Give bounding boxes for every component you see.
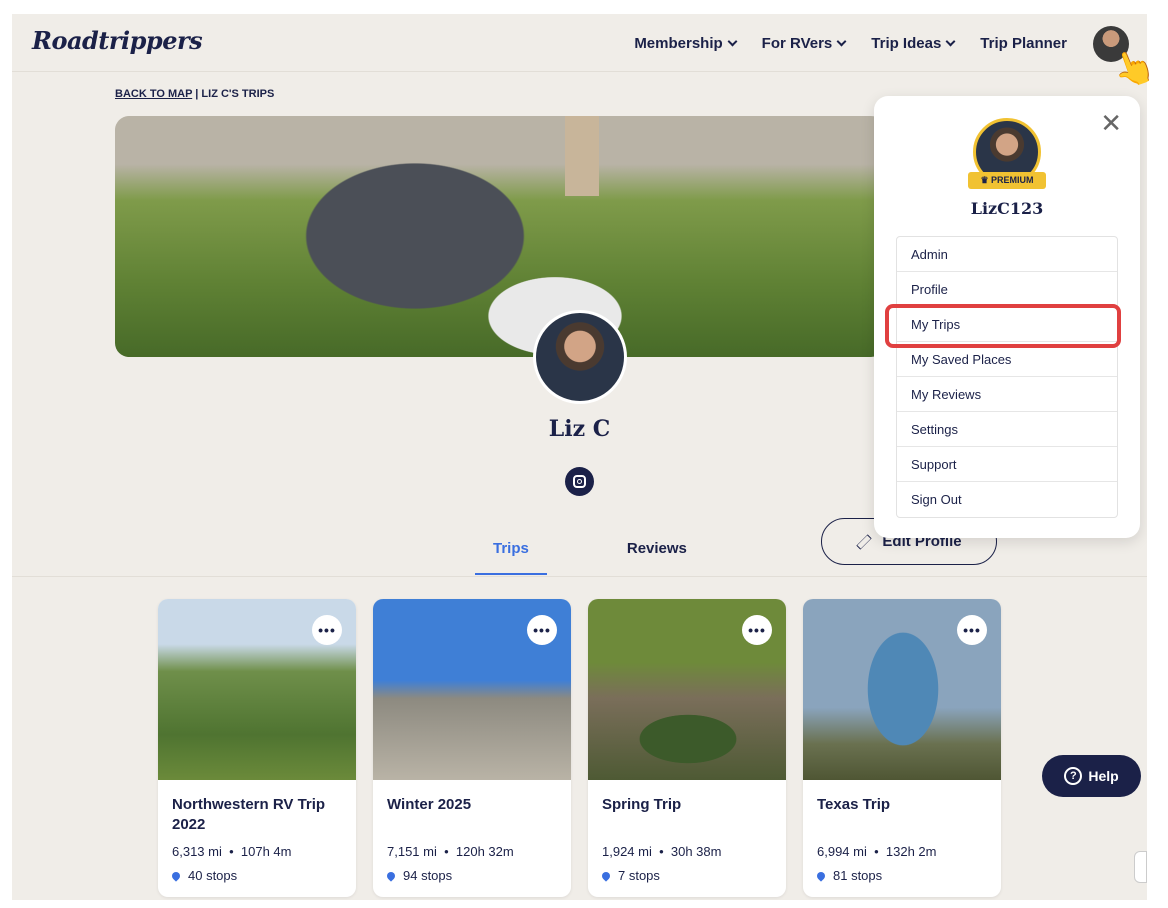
main-nav: Membership For RVers Trip Ideas Trip Pla… xyxy=(634,35,1067,52)
premium-badge-label: PREMIUM xyxy=(991,175,1034,185)
app-frame: Roadtrippers Membership For RVers Trip I… xyxy=(12,14,1147,900)
premium-badge: ♛ PREMIUM xyxy=(968,172,1046,189)
chevron-down-icon xyxy=(945,36,956,47)
trip-duration: 132h 2m xyxy=(885,844,937,859)
menu-list: Admin Profile My Trips My Saved Places M… xyxy=(896,236,1118,518)
trip-stats: 6,313 mi • 107h 4m xyxy=(172,844,292,859)
logo[interactable]: Roadtrippers xyxy=(32,26,203,55)
trip-distance: 7,151 mi xyxy=(387,844,437,859)
chevron-down-icon xyxy=(727,36,738,47)
trip-stops-row: 7 stops xyxy=(588,859,786,883)
trip-distance: 6,313 mi xyxy=(172,844,222,859)
tab-reviews[interactable]: Reviews xyxy=(609,536,705,575)
trip-distance: 6,994 mi xyxy=(817,844,867,859)
tab-trips[interactable]: Trips xyxy=(475,536,547,575)
help-label: Help xyxy=(1088,768,1119,784)
trip-distance: 1,924 mi xyxy=(602,844,652,859)
menu-item-sign-out[interactable]: Sign Out xyxy=(897,482,1117,517)
trip-stops-row: 40 stops xyxy=(158,859,356,883)
more-icon[interactable]: ••• xyxy=(957,615,987,645)
nav-trip-ideas[interactable]: Trip Ideas xyxy=(871,35,956,52)
crown-icon: ♛ xyxy=(980,175,989,185)
trip-duration: 120h 32m xyxy=(455,844,514,859)
nav-label: Membership xyxy=(634,35,723,52)
profile-tabs: Trips Reviews xyxy=(475,536,705,575)
trip-stops-row: 94 stops xyxy=(373,859,571,883)
more-icon[interactable]: ••• xyxy=(312,615,342,645)
trip-stats: 6,994 mi • 132h 2m xyxy=(817,844,937,859)
scrollbar-thumb[interactable] xyxy=(1134,851,1147,883)
trip-title: Winter 2025 xyxy=(387,796,472,813)
header: Roadtrippers Membership For RVers Trip I… xyxy=(12,14,1147,72)
trip-duration: 107h 4m xyxy=(240,844,292,859)
chevron-down-icon xyxy=(836,36,847,47)
map-pin-icon xyxy=(600,869,612,882)
map-pin-icon xyxy=(815,869,827,882)
help-button[interactable]: ? Help xyxy=(1042,755,1141,797)
breadcrumb-current: LIZ C'S TRIPS xyxy=(201,88,275,100)
profile-avatar xyxy=(533,310,627,404)
trip-image: ••• xyxy=(373,599,571,780)
more-icon[interactable]: ••• xyxy=(742,615,772,645)
cover-photo-detail xyxy=(565,116,599,196)
trip-stops-row: 81 stops xyxy=(803,859,1001,883)
trip-stops: 40 stops xyxy=(188,868,238,883)
menu-username: LizC123 xyxy=(970,199,1044,218)
trip-stats: 7,151 mi • 120h 32m xyxy=(387,844,514,859)
cover-photo xyxy=(115,116,885,357)
trip-image: ••• xyxy=(158,599,356,780)
help-icon: ? xyxy=(1064,767,1083,785)
instagram-icon xyxy=(573,475,586,488)
trip-card[interactable]: ••• Northwestern RV Trip 2022 6,313 mi •… xyxy=(158,599,356,897)
trip-title: Spring Trip xyxy=(602,796,682,813)
nav-trip-planner[interactable]: Trip Planner xyxy=(980,35,1067,52)
nav-membership[interactable]: Membership xyxy=(634,35,738,52)
nav-for-rvers[interactable]: For RVers xyxy=(761,35,847,52)
trip-stops: 81 stops xyxy=(833,868,883,883)
highlight-box xyxy=(885,304,1121,348)
trip-image: ••• xyxy=(588,599,786,780)
more-icon[interactable]: ••• xyxy=(527,615,557,645)
instagram-link[interactable] xyxy=(565,467,594,496)
trip-title: Northwestern RV Trip 2022 xyxy=(172,796,326,833)
menu-item-admin[interactable]: Admin xyxy=(897,237,1117,272)
nav-label: Trip Ideas xyxy=(871,35,942,52)
trip-stops: 94 stops xyxy=(403,868,453,883)
menu-item-support[interactable]: Support xyxy=(897,447,1117,482)
trip-duration: 30h 38m xyxy=(670,844,722,859)
trip-card[interactable]: ••• Texas Trip 6,994 mi • 132h 2m 81 sto… xyxy=(803,599,1001,897)
back-to-map-link[interactable]: BACK TO MAP xyxy=(115,88,192,100)
tabs-divider xyxy=(12,576,1147,577)
menu-item-profile[interactable]: Profile xyxy=(897,272,1117,307)
trip-card[interactable]: ••• Winter 2025 7,151 mi • 120h 32m 94 s… xyxy=(373,599,571,897)
trip-card[interactable]: ••• Spring Trip 1,924 mi • 30h 38m 7 sto… xyxy=(588,599,786,897)
nav-label: Trip Planner xyxy=(980,35,1067,52)
breadcrumb: BACK TO MAP | LIZ C'S TRIPS xyxy=(115,88,274,100)
menu-item-my-reviews[interactable]: My Reviews xyxy=(897,377,1117,412)
close-icon[interactable]: ✕ xyxy=(1100,108,1122,139)
map-pin-icon xyxy=(170,869,182,882)
map-pin-icon xyxy=(385,869,397,882)
trip-title: Texas Trip xyxy=(817,796,891,813)
trip-stats: 1,924 mi • 30h 38m xyxy=(602,844,722,859)
trip-image: ••• xyxy=(803,599,1001,780)
menu-item-settings[interactable]: Settings xyxy=(897,412,1117,447)
pencil-icon xyxy=(856,533,873,550)
trip-stops: 7 stops xyxy=(618,868,660,883)
nav-label: For RVers xyxy=(761,35,833,52)
